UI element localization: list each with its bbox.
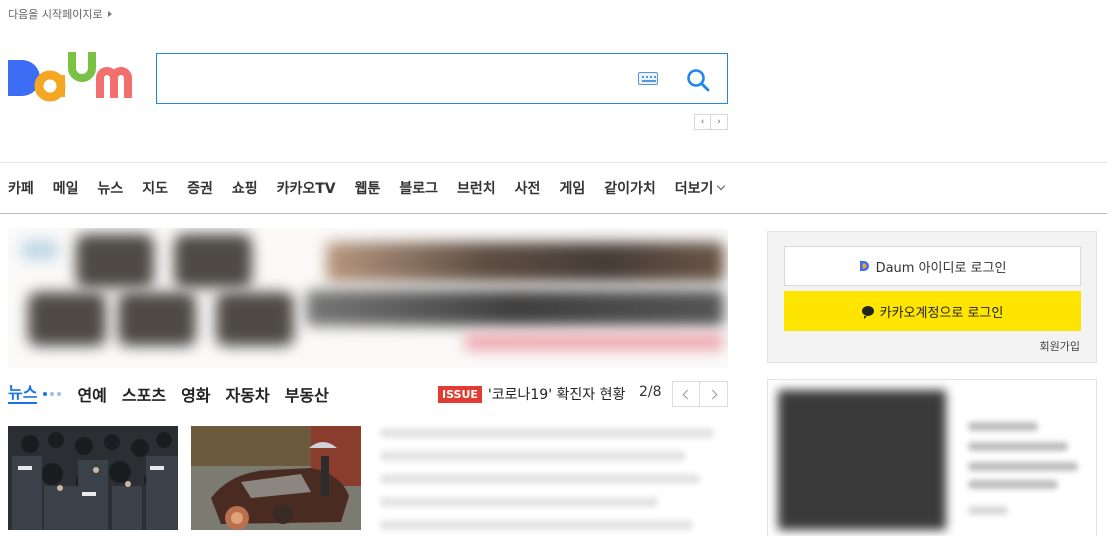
news-photo[interactable] — [191, 426, 361, 530]
news-headline[interactable] — [380, 451, 687, 461]
signup-link[interactable]: 회원가입 — [1040, 338, 1080, 354]
news-headline[interactable] — [380, 474, 701, 484]
gnb-more[interactable]: 더보기 — [674, 178, 726, 198]
news-photo[interactable] — [8, 426, 178, 530]
tab-entertainment[interactable]: 연예 — [77, 382, 106, 406]
banner-product-image — [28, 292, 106, 346]
kakao-login-button[interactable]: 카카오계정으로 로그인 — [784, 291, 1081, 331]
gnb-item-brunch[interactable]: 브런치 — [457, 178, 496, 198]
side-ad-text — [968, 442, 1068, 451]
tab-dots-icon — [43, 392, 62, 396]
gnb-item-cafe[interactable]: 카페 — [8, 178, 34, 198]
side-ad[interactable] — [767, 379, 1097, 536]
banner-product-image — [216, 292, 294, 346]
news-paging — [672, 381, 728, 407]
daum-login-button[interactable]: Daum 아이디로 로그인 — [784, 246, 1081, 286]
news-headline[interactable] — [380, 497, 659, 507]
gnb-item-dictionary[interactable]: 사전 — [515, 178, 541, 198]
page-indicator: 2/8 — [639, 384, 662, 400]
ad-banner[interactable] — [8, 228, 728, 368]
kakao-login-label: 카카오계정으로 로그인 — [879, 305, 1004, 321]
login-box: Daum 아이디로 로그인 카카오계정으로 로그인 회원가입 — [767, 231, 1097, 363]
side-ad-text — [968, 462, 1078, 471]
global-navigation: 카페 메일 뉴스 지도 증권 쇼핑 카카오TV 웹툰 블로그 브런치 사전 게임… — [0, 162, 1107, 214]
news-list — [380, 428, 728, 536]
gnb-item-map[interactable]: 지도 — [142, 178, 168, 198]
gnb-item-shopping[interactable]: 쇼핑 — [232, 178, 258, 198]
daum-d-icon — [859, 261, 869, 271]
issue-badge: ISSUE — [438, 385, 482, 403]
side-ad-text — [968, 506, 1008, 515]
tab-movie[interactable]: 영화 — [181, 382, 210, 406]
gnb-item-stock[interactable]: 증권 — [187, 178, 213, 198]
tab-sports[interactable]: 스포츠 — [122, 382, 166, 406]
news-headline[interactable] — [380, 520, 694, 530]
prev-page-button[interactable] — [672, 381, 700, 407]
gnb-item-blog[interactable]: 블로그 — [399, 178, 438, 198]
banner-product-image — [76, 234, 154, 288]
issue-link[interactable]: ISSUE '코로나19' 확진자 현황 — [438, 384, 625, 404]
next-keyword-button[interactable]: › — [711, 114, 728, 130]
gnb-item-together[interactable]: 같이가치 — [604, 178, 656, 198]
search-icon[interactable] — [685, 67, 711, 93]
chevron-right-icon — [707, 389, 717, 399]
keyword-paging: ‹ › — [694, 114, 728, 130]
start-page-label: 다음을 시작페이지로 — [8, 8, 103, 21]
side-ad-text — [968, 422, 1038, 431]
gnb-item-game[interactable]: 게임 — [559, 178, 585, 198]
tab-realestate[interactable]: 부동산 — [285, 382, 329, 406]
chevron-down-icon — [717, 181, 726, 191]
side-ad-text — [968, 480, 1058, 489]
banner-subheadline — [306, 290, 724, 326]
kakao-talk-icon — [861, 306, 874, 319]
daum-login-label: Daum 아이디로 로그인 — [875, 260, 1007, 276]
issue-text: '코로나19' 확진자 현황 — [487, 387, 626, 403]
gnb-item-webtoon[interactable]: 웹툰 — [355, 178, 381, 198]
banner-product-image — [118, 292, 196, 346]
banner-tag — [22, 240, 58, 260]
start-page-link[interactable]: 다음을 시작페이지로 — [8, 6, 112, 22]
tab-car[interactable]: 자동차 — [226, 382, 270, 406]
tab-news[interactable]: 뉴스 — [8, 384, 38, 404]
gnb-item-kakaotv[interactable]: 카카오TV — [277, 178, 336, 198]
arrow-right-icon — [107, 11, 112, 17]
next-page-button[interactable] — [700, 381, 728, 407]
gnb-item-news[interactable]: 뉴스 — [98, 178, 124, 198]
banner-headline — [326, 242, 724, 282]
daum-logo[interactable] — [6, 50, 138, 106]
search-input[interactable] — [167, 66, 627, 92]
gnb-more-label: 더보기 — [674, 181, 714, 197]
search-box[interactable] — [156, 53, 728, 104]
prev-keyword-button[interactable]: ‹ — [694, 114, 711, 130]
chevron-left-icon — [682, 389, 693, 399]
gnb-item-mail[interactable]: 메일 — [53, 178, 79, 198]
news-headline[interactable] — [380, 428, 715, 438]
keyboard-icon[interactable] — [638, 72, 658, 85]
news-tab-bar: 뉴스 연예 스포츠 영화 자동차 부동산 — [8, 382, 344, 406]
banner-product-image — [174, 234, 252, 288]
side-ad-image — [778, 390, 946, 530]
banner-cta — [464, 334, 724, 350]
